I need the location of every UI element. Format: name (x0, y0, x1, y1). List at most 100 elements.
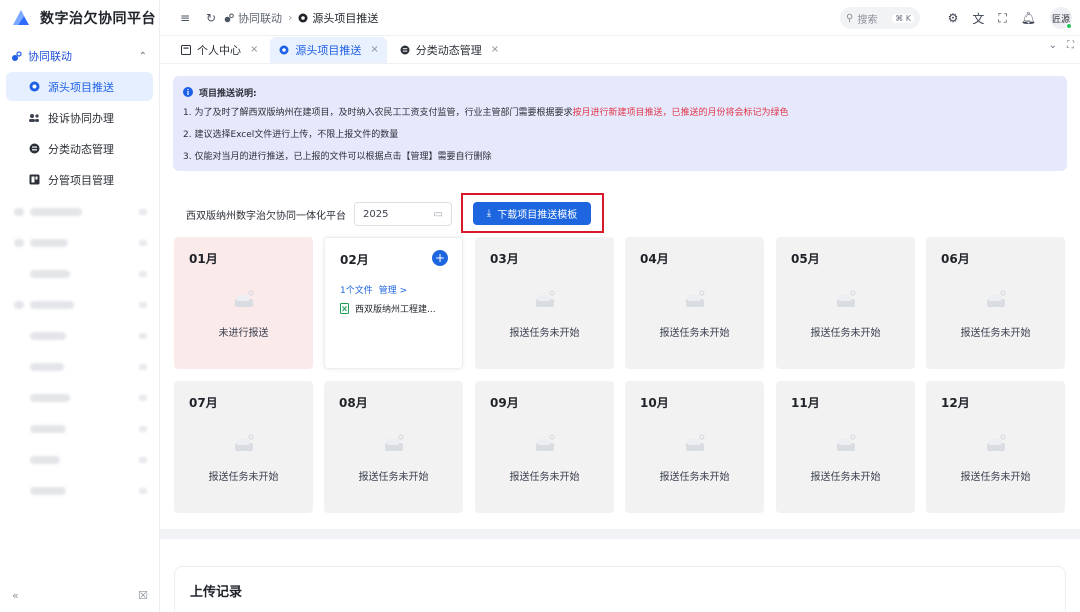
translate-icon[interactable]: 文 (972, 10, 984, 27)
sidebar-item-category[interactable]: 分类动态管理 (6, 134, 153, 163)
close-icon[interactable]: × (370, 44, 378, 55)
online-status-dot (1066, 23, 1072, 29)
search-shortcut: ⌘ K (892, 13, 914, 23)
month-label: 05月 (791, 252, 820, 266)
month-card[interactable]: 07月 报送任务未开始 (174, 381, 313, 513)
sidebar-item-complaint[interactable]: 投诉协同办理 (6, 103, 153, 132)
sidebar-item-blurred[interactable] (0, 289, 159, 320)
month-status: 报送任务未开始 (208, 472, 279, 483)
bell-icon[interactable]: 🔔︎ (1021, 11, 1036, 25)
month-card[interactable]: 03月 报送任务未开始 (475, 237, 614, 369)
sidebar: 数字治欠协同平台 协同联动 ⌃ 源头项目推送 投诉协同办理 分类动态管理 分管项… (0, 0, 160, 612)
expand-icon[interactable]: ⛶ (1067, 40, 1074, 51)
avatar[interactable]: 匠源 (1050, 7, 1072, 29)
notice-panel: 项目推送说明: 1. 为了及时了解西双版纳州在建项目，及时纳入农民工工资支付监管… (173, 76, 1067, 171)
month-status: 报送任务未开始 (509, 472, 580, 483)
empty-inbox-icon (987, 434, 1006, 451)
sidebar-group-collaboration[interactable]: 协同联动 ⌃ (0, 42, 159, 70)
empty-inbox-icon (686, 290, 705, 307)
sidebar-item-blurred[interactable] (0, 444, 159, 475)
sidebar-item-blurred[interactable] (0, 351, 159, 382)
month-card[interactable]: 04月 报送任务未开始 (625, 237, 764, 369)
sidebar-item-label: 分管项目管理 (48, 173, 114, 187)
pin-icon[interactable]: ☒ (138, 589, 148, 602)
month-label: 06月 (941, 252, 970, 266)
sidebar-group-label: 协同联动 (28, 50, 72, 63)
month-status: 报送任务未开始 (810, 472, 881, 483)
breadcrumb-item[interactable]: 协同联动 (238, 10, 282, 26)
settings-icon[interactable]: ⚙ (948, 11, 959, 25)
chevron-right-icon: › (288, 11, 293, 24)
month-card[interactable]: 09月 报送任务未开始 (475, 381, 614, 513)
manage-link[interactable]: 管理 > (379, 286, 407, 296)
month-label: 04月 (640, 252, 669, 266)
year-picker[interactable]: 2025 ▭ (354, 202, 452, 226)
sidebar-item-blurred[interactable] (0, 227, 159, 258)
empty-inbox-icon (235, 290, 254, 307)
month-card[interactable]: 02月 + 1个文件 管理 > 西双版纳州工程建... (324, 237, 463, 369)
sidebar-item-managed-projects[interactable]: 分管项目管理 (6, 165, 153, 194)
notice-line-1-text: 1. 为了及时了解西双版纳州在建项目，及时纳入农民工工资支付监管，行业主管部门需… (183, 108, 573, 118)
add-file-button[interactable]: + (432, 250, 448, 266)
month-card[interactable]: 10月 报送任务未开始 (625, 381, 764, 513)
sidebar-item-blurred[interactable] (0, 382, 159, 413)
topbar: ≡ ↻ 协同联动 › 源头项目推送 ⚲ 搜索 ⌘ K ⚙ 文 ⛶ 🔔︎ 匠源 (160, 0, 1080, 36)
breadcrumb-current: 源头项目推送 (312, 11, 379, 25)
download-template-button[interactable]: ⤓ 下载项目推送模板 (473, 202, 591, 225)
search-box[interactable]: ⚲ 搜索 ⌘ K (840, 7, 920, 29)
month-label: 11月 (791, 396, 820, 410)
brand: 数字治欠协同平台 (0, 0, 159, 36)
tab-personal-center[interactable]: 个人中心 × (172, 37, 266, 63)
info-icon (183, 87, 193, 97)
empty-inbox-icon (987, 290, 1006, 307)
collapse-icon[interactable]: « (12, 589, 19, 602)
file-item[interactable]: 西双版纳州工程建... (340, 302, 436, 315)
close-icon[interactable]: × (491, 44, 499, 55)
chevron-down-icon[interactable]: ⌄ (1049, 40, 1057, 51)
month-card[interactable]: 06月 报送任务未开始 (926, 237, 1065, 369)
download-icon: ⤓ (486, 208, 492, 219)
menu-icon[interactable]: ≡ (172, 11, 198, 25)
file-summary: 1个文件 管理 > (340, 283, 407, 296)
month-label: 10月 (640, 396, 669, 410)
close-icon[interactable]: × (250, 44, 258, 55)
empty-inbox-icon (837, 434, 856, 451)
download-button-label: 下载项目推送模板 (497, 210, 578, 221)
month-card[interactable]: 01月 未进行报送 (174, 237, 313, 369)
month-card[interactable]: 08月 报送任务未开始 (324, 381, 463, 513)
search-placeholder: 搜索 (857, 14, 878, 26)
month-status: 报送任务未开始 (960, 472, 1031, 483)
month-label: 01月 (189, 252, 218, 266)
month-status: 报送任务未开始 (960, 328, 1031, 339)
sidebar-item-blurred[interactable] (0, 475, 159, 506)
sidebar-footer: « ☒ (0, 584, 160, 606)
notice-line-2: 2. 建议选择Excel文件进行上传，不限上报文件的数量 (183, 130, 399, 140)
fullscreen-icon[interactable]: ⛶ (998, 11, 1006, 26)
month-label: 09月 (490, 396, 519, 410)
link-icon (10, 50, 22, 62)
excel-file-icon (340, 303, 349, 314)
month-status: 未进行报送 (218, 328, 269, 339)
month-card[interactable]: 05月 报送任务未开始 (776, 237, 915, 369)
empty-inbox-icon (686, 434, 705, 451)
notice-title-text: 项目推送说明: (199, 88, 257, 99)
sidebar-item-blurred[interactable] (0, 413, 159, 444)
sidebar-item-blurred[interactable] (0, 196, 159, 227)
tab-controls: ⌄ ⛶ (1049, 40, 1074, 51)
upload-records-title: 上传记录 (190, 585, 243, 600)
tab-label: 分类动态管理 (415, 43, 482, 57)
tab-category-management[interactable]: 分类动态管理 × (391, 37, 507, 63)
calendar-icon: ▭ (433, 208, 443, 220)
month-card[interactable]: 11月 报送任务未开始 (776, 381, 915, 513)
sidebar-item-label: 投诉协同办理 (48, 111, 114, 125)
empty-inbox-icon (235, 434, 254, 451)
sidebar-item-blurred[interactable] (0, 320, 159, 351)
tab-source-push[interactable]: 源头项目推送 × (270, 36, 387, 63)
tab-label: 个人中心 (197, 43, 241, 57)
month-card[interactable]: 12月 报送任务未开始 (926, 381, 1065, 513)
empty-inbox-icon (536, 434, 555, 451)
sidebar-item-blurred[interactable] (0, 258, 159, 289)
sidebar-item-source-push[interactable]: 源头项目推送 (6, 72, 153, 101)
board-icon (180, 44, 192, 56)
refresh-icon[interactable]: ↻ (198, 11, 224, 25)
